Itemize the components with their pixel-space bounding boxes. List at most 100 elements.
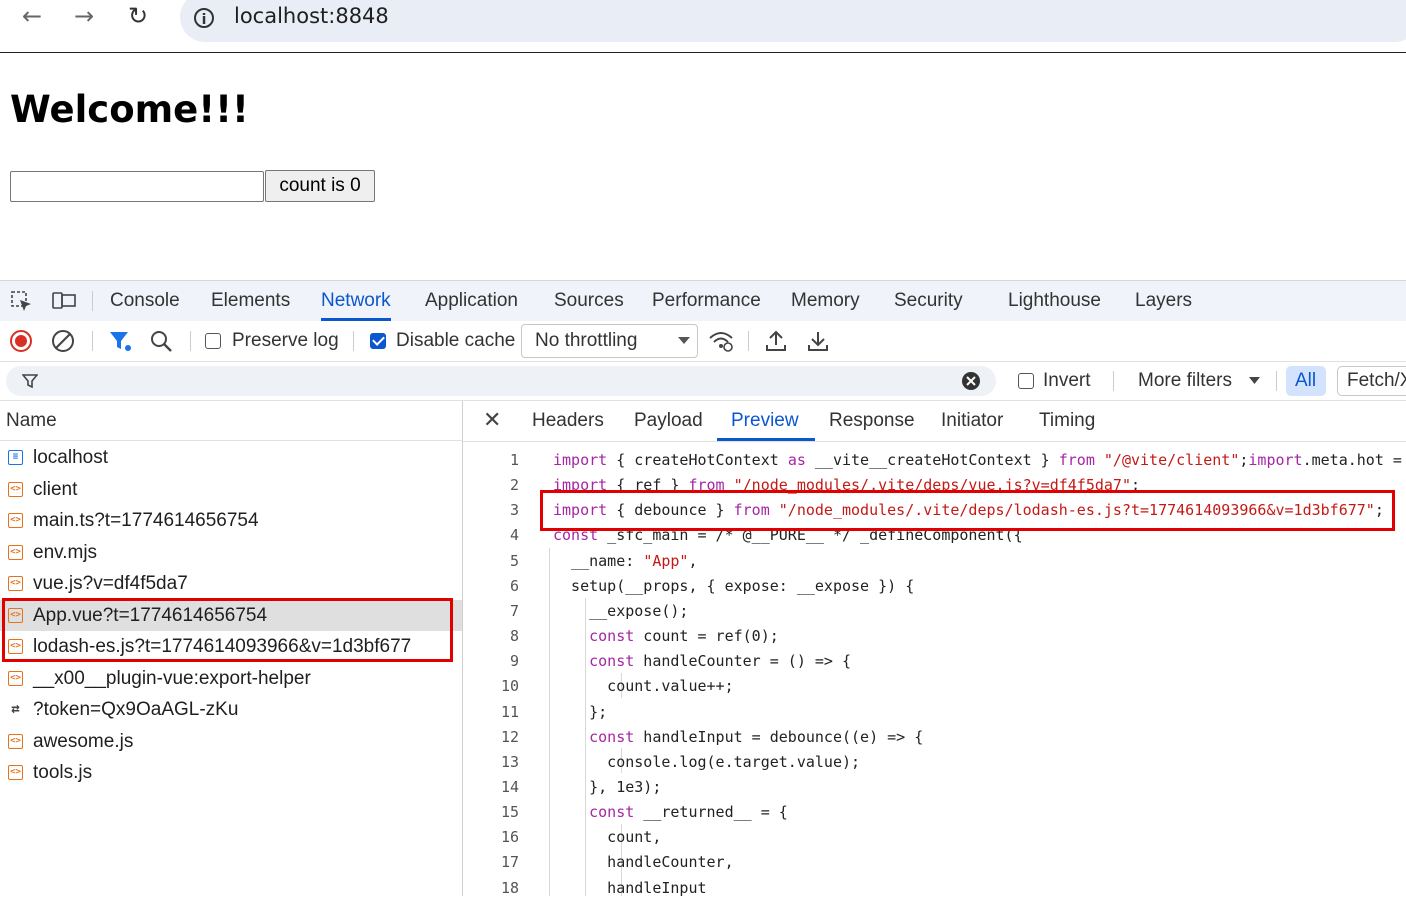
tab-sources[interactable]: Sources <box>554 281 624 321</box>
close-icon[interactable]: ✕ <box>483 401 501 441</box>
code-text: count, <box>553 828 662 847</box>
divider <box>353 331 354 351</box>
code-line: 6 setup(__props, { expose: __expose }) { <box>463 574 1406 599</box>
tab-elements[interactable]: Elements <box>211 281 290 321</box>
tab-response[interactable]: Response <box>829 401 915 441</box>
export-har-icon[interactable] <box>806 329 832 353</box>
inspect-element-icon[interactable] <box>9 289 35 313</box>
count-button[interactable]: count is 0 <box>265 170 375 202</box>
disable-cache-checkbox[interactable] <box>370 333 386 349</box>
request-row[interactable]: <> env.mjs <box>0 537 462 568</box>
type-filter-all[interactable]: All <box>1286 366 1326 396</box>
request-row[interactable]: ≡ localhost <box>0 442 462 473</box>
line-number: 11 <box>500 702 519 721</box>
text-input[interactable] <box>10 171 264 202</box>
details-tab-bar: ✕ Headers Payload Preview Response Initi… <box>463 401 1406 442</box>
import-har-icon[interactable] <box>764 329 790 353</box>
divider <box>92 291 93 311</box>
request-row[interactable]: <> client <box>0 474 462 505</box>
request-name: client <box>33 478 78 500</box>
search-icon[interactable] <box>149 329 175 353</box>
code-text: __name: "App", <box>553 551 698 570</box>
tab-network[interactable]: Network <box>321 281 391 321</box>
type-filter-fetch-label: Fetch/X <box>1347 370 1406 391</box>
more-filters-button[interactable]: More filters <box>1138 361 1232 401</box>
line-number: 10 <box>500 677 519 696</box>
request-row[interactable]: ⇄ ?token=Qx9OaAGL-zKu <box>0 694 462 725</box>
clear-filter-icon[interactable] <box>961 371 981 391</box>
type-filter-fetch[interactable]: Fetch/X <box>1337 366 1406 396</box>
tab-security[interactable]: Security <box>894 281 963 321</box>
reload-button[interactable]: ↻ <box>118 0 158 34</box>
tab-performance[interactable]: Performance <box>652 281 761 321</box>
browser-toolbar: ← → ↻ i localhost:8848 <box>0 0 1406 53</box>
tab-memory[interactable]: Memory <box>791 281 860 321</box>
tab-headers[interactable]: Headers <box>532 401 604 441</box>
invert-checkbox[interactable] <box>1018 373 1034 389</box>
line-number: 7 <box>509 601 519 620</box>
preserve-log-checkbox[interactable] <box>205 333 221 349</box>
code-text: handleInput <box>553 878 707 897</box>
code-text: setup(__props, { expose: __expose }) { <box>553 576 915 595</box>
request-row[interactable]: <> tools.js <box>0 757 462 788</box>
site-info-icon[interactable]: i <box>194 8 214 28</box>
forward-button[interactable]: → <box>64 0 104 34</box>
code-line: 15 const __returned__ = { <box>463 800 1406 825</box>
tab-console[interactable]: Console <box>110 281 180 321</box>
code-text: handleCounter, <box>553 853 734 872</box>
code-line: 14 }, 1e3); <box>463 775 1406 800</box>
filter-icon[interactable] <box>108 329 134 353</box>
throttling-select[interactable]: No throttling <box>521 324 698 358</box>
request-row[interactable]: <> main.ts?t=1774614656754 <box>0 505 462 536</box>
code-line: 5 __name: "App", <box>463 549 1406 574</box>
script-icon: <> <box>8 481 23 497</box>
disable-cache-label: Disable cache <box>396 330 516 351</box>
line-number: 5 <box>509 551 519 570</box>
request-name: __x00__plugin-vue:export-helper <box>33 667 311 689</box>
code-text: }; <box>553 702 608 721</box>
code-line: 11 }; <box>463 700 1406 725</box>
funnel-icon <box>22 374 38 389</box>
line-number: 14 <box>500 777 519 796</box>
tab-preview[interactable]: Preview <box>717 401 815 441</box>
code-line: 13 console.log(e.target.value); <box>463 750 1406 775</box>
script-icon: <> <box>8 544 23 560</box>
divider <box>190 331 191 351</box>
script-icon: <> <box>8 733 23 749</box>
line-number: 3 <box>509 501 519 520</box>
code-line: 1 import { createHotContext as __vite__cr… <box>463 448 1406 473</box>
request-name: tools.js <box>33 762 93 783</box>
filter-input[interactable] <box>6 366 996 396</box>
code-text: }, 1e3); <box>553 777 662 796</box>
divider <box>748 331 749 351</box>
code-text: const __returned__ = { <box>589 803 788 822</box>
network-conditions-icon[interactable] <box>708 329 734 353</box>
address-bar[interactable]: i localhost:8848 <box>180 0 1406 42</box>
line-number: 15 <box>500 803 519 822</box>
tab-layers[interactable]: Layers <box>1135 281 1192 321</box>
line-number: 6 <box>509 576 519 595</box>
line-number: 8 <box>509 627 519 646</box>
request-name: localhost <box>33 447 108 468</box>
request-name: ?token=Qx9OaAGL-zKu <box>33 699 239 720</box>
request-row[interactable]: <> vue.js?v=df4f5da7 <box>0 568 462 599</box>
name-column-header[interactable]: Name <box>0 401 462 441</box>
divider <box>1113 371 1114 391</box>
code-text: const handleInput = debounce((e) => { <box>589 727 924 746</box>
tab-timing[interactable]: Timing <box>1039 401 1095 441</box>
tab-payload[interactable]: Payload <box>634 401 703 441</box>
line-number: 17 <box>500 853 519 872</box>
record-stop-icon[interactable] <box>9 329 35 353</box>
tab-application[interactable]: Application <box>425 281 518 321</box>
code-line: 9 const handleCounter = () => { <box>463 649 1406 674</box>
request-row[interactable]: <> __x00__plugin-vue:export-helper <box>0 663 462 694</box>
code-line: 12 const handleInput = debounce((e) => { <box>463 725 1406 750</box>
tab-initiator[interactable]: Initiator <box>941 401 1003 441</box>
code-text: import { createHotContext as __vite__cre… <box>553 451 1402 469</box>
clear-icon[interactable] <box>51 329 77 353</box>
divider <box>1276 371 1277 391</box>
tab-lighthouse[interactable]: Lighthouse <box>1008 281 1101 321</box>
device-toolbar-icon[interactable] <box>51 289 77 313</box>
back-button[interactable]: ← <box>12 0 52 34</box>
request-row[interactable]: <> awesome.js <box>0 726 462 757</box>
